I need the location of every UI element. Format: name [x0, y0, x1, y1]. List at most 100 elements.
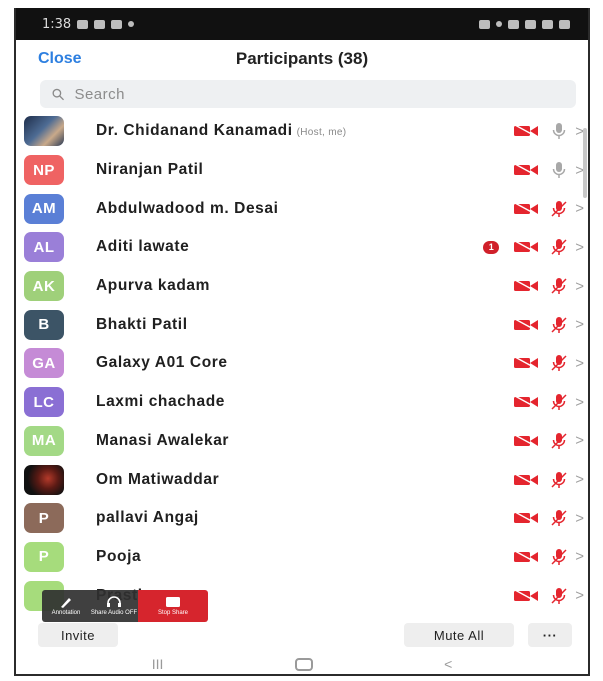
participant-row[interactable]: Dr. Chidanand Kanamadi (Host, me) > — [16, 112, 588, 151]
video-off-icon — [513, 511, 539, 525]
recents-nav-button[interactable]: III — [152, 656, 164, 672]
participant-row[interactable]: AL Aditi lawate 1 > — [16, 228, 588, 267]
stop-share-button[interactable]: Stop Share — [138, 590, 208, 622]
participant-controls: > — [513, 499, 584, 538]
participant-row[interactable]: MA Manasi Awalekar > — [16, 422, 588, 461]
participant-row[interactable]: GA Galaxy A01 Core > — [16, 344, 588, 383]
host-tag: (Host, me) — [296, 127, 347, 139]
avatar: P — [24, 503, 64, 534]
participant-row[interactable]: LC Laxmi chachade > — [16, 383, 588, 422]
search-container — [16, 78, 588, 114]
participant-name-text: Bhakti Patil — [96, 315, 188, 333]
invite-button[interactable]: Invite — [38, 623, 118, 647]
search-box[interactable] — [40, 80, 576, 108]
participant-controls: > — [513, 267, 584, 306]
participant-row[interactable]: AM Abdulwadood m. Desai > — [16, 189, 588, 228]
unread-chat-badge: 1 — [483, 240, 500, 254]
close-button[interactable]: Close — [38, 50, 82, 68]
participant-name-text: Pooja — [96, 547, 142, 565]
stop-share-label: Stop Share — [157, 610, 189, 616]
back-nav-button[interactable]: < — [444, 656, 452, 672]
mic-muted-red-icon — [549, 315, 569, 335]
status-bar: 1:38 — [16, 8, 588, 40]
participant-row[interactable]: B Bhakti Patil > — [16, 305, 588, 344]
mic-muted-red-icon — [549, 199, 569, 219]
signal-icon — [542, 19, 553, 29]
list-scrollbar[interactable] — [583, 128, 587, 198]
avatar: AM — [24, 193, 64, 224]
video-off-icon — [513, 202, 539, 216]
mic-muted-red-icon — [549, 276, 569, 296]
participant-name-text: Manasi Awalekar — [96, 431, 230, 449]
avatar: AL — [24, 232, 64, 263]
notification-icon — [94, 19, 106, 29]
mic-on-gray-icon — [549, 160, 569, 180]
participant-name-text: Abdulwadood m. Desai — [96, 199, 279, 217]
chevron-right-icon: > — [575, 238, 584, 256]
avatar: AK — [24, 271, 64, 302]
participant-row[interactable]: AK Apurva kadam > — [16, 267, 588, 306]
search-input[interactable] — [74, 85, 564, 103]
participant-row[interactable]: P Pooja > — [16, 538, 588, 577]
participant-controls: 1 > — [483, 228, 584, 267]
annotation-label: Annotation — [51, 610, 81, 616]
network-icon — [508, 19, 519, 29]
mic-muted-red-icon — [549, 431, 569, 451]
status-right — [479, 19, 570, 29]
mic-muted-red-icon — [549, 392, 569, 412]
participant-name-text: Laxmi chachade — [96, 393, 226, 411]
avatar: B — [24, 309, 64, 340]
home-nav-button[interactable] — [294, 657, 313, 671]
video-off-icon — [513, 318, 539, 332]
alarm-icon — [479, 19, 490, 29]
participant-row[interactable]: NP Niranjan Patil > — [16, 151, 588, 190]
participant-name: Niranjan Patil — [96, 161, 203, 179]
more-options-button[interactable]: ··· — [528, 623, 572, 647]
video-off-icon — [513, 472, 539, 487]
participant-name-text: Om Matiwaddar — [96, 470, 220, 488]
chevron-right-icon: > — [575, 277, 584, 295]
headphones-icon — [107, 596, 121, 607]
chevron-right-icon: > — [575, 354, 584, 372]
participant-row[interactable]: Ppallavi Angaj > — [16, 499, 588, 538]
avatar — [24, 464, 64, 495]
participant-controls: > — [513, 576, 584, 615]
mic-on-gray-icon — [549, 121, 569, 141]
mic-muted-red-icon — [549, 547, 569, 567]
wifi-icon — [525, 19, 536, 29]
video-off-icon — [513, 279, 539, 293]
mute-all-button[interactable]: Mute All — [404, 623, 514, 647]
annotation-button[interactable]: Annotation — [42, 590, 90, 622]
dot-icon — [128, 21, 135, 27]
participant-name: Om Matiwaddar — [96, 471, 219, 489]
video-off-icon — [513, 240, 539, 255]
participant-name-text: pallavi Angaj — [96, 509, 199, 527]
video-off-icon — [513, 356, 539, 371]
participants-header: Close Participants (38) — [16, 40, 588, 78]
participant-controls: > — [513, 305, 584, 344]
participant-name-text: Aditi lawate — [96, 238, 190, 256]
participant-name-text: Niranjan Patil — [96, 161, 204, 179]
participant-row[interactable]: Om Matiwaddar > — [16, 460, 588, 499]
participant-name: Galaxy A01 Core — [96, 354, 228, 372]
video-off-icon — [513, 124, 539, 138]
share-audio-button[interactable]: Share Audio OFF — [90, 590, 138, 622]
status-time: 1:38 — [42, 16, 72, 32]
gallery-icon — [77, 19, 89, 29]
participant-controls: > — [513, 189, 584, 228]
participant-name-text: Apurva kadam — [96, 277, 211, 295]
participant-name: Pooja — [96, 548, 141, 566]
chevron-right-icon: > — [575, 509, 584, 527]
search-icon — [52, 88, 65, 100]
pencil-icon — [61, 598, 71, 608]
video-off-icon — [513, 434, 539, 448]
chevron-right-icon: > — [575, 432, 584, 450]
chevron-right-icon: > — [575, 200, 584, 218]
mic-muted-red-icon — [549, 586, 569, 606]
participant-controls: > — [513, 460, 584, 499]
video-off-icon — [513, 163, 539, 177]
avatar: MA — [24, 425, 64, 456]
participant-controls: > — [513, 383, 584, 422]
avatar — [24, 116, 64, 147]
chevron-right-icon: > — [575, 471, 584, 489]
